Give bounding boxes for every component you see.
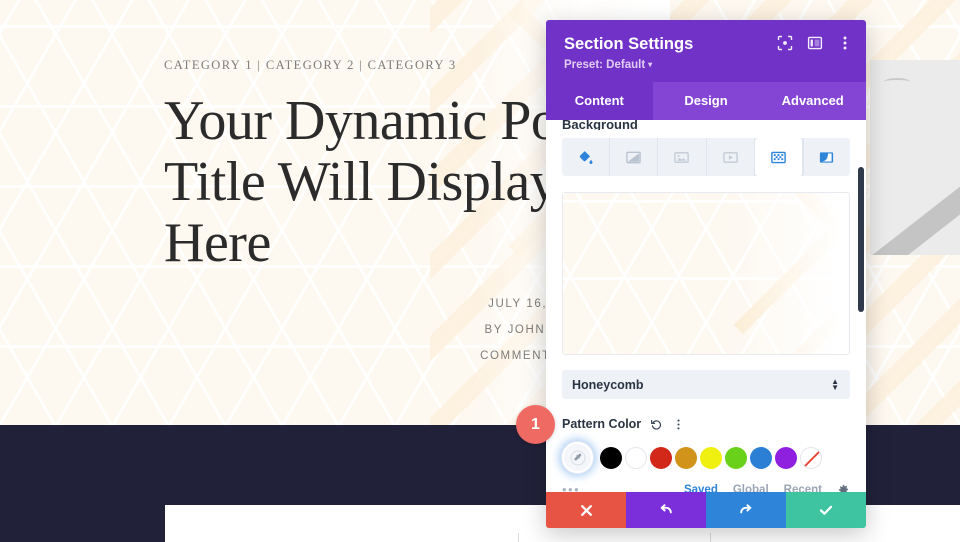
- swatch-blue[interactable]: [750, 447, 772, 469]
- background-video-icon: [722, 149, 739, 166]
- background-video-tab[interactable]: [707, 138, 755, 176]
- redo-icon: [738, 502, 754, 518]
- background-image-icon: [673, 149, 690, 166]
- panel-tab-bar: Content Design Advanced: [546, 82, 866, 120]
- swatch-white[interactable]: [625, 447, 647, 469]
- color-picker-swatch[interactable]: [562, 442, 593, 473]
- swatch-amber[interactable]: [675, 447, 697, 469]
- panel-header: Section Settings Preset: Default▾: [546, 20, 866, 82]
- pattern-preview[interactable]: [562, 192, 850, 355]
- palette-tab-saved[interactable]: Saved: [684, 484, 718, 492]
- palette-tab-group: Saved Global Recent: [684, 484, 850, 493]
- chevron-down-icon: ▾: [648, 60, 652, 69]
- background-color-tab[interactable]: [562, 138, 610, 176]
- card-divider: [710, 533, 711, 542]
- section-settings-panel: Section Settings Preset: Default▾: [546, 20, 866, 528]
- palette-footer: ••• Saved Global Recent: [562, 482, 850, 492]
- swatch-green[interactable]: [725, 447, 747, 469]
- checkmark-icon: [818, 502, 834, 518]
- pattern-style-value: Honeycomb: [572, 378, 644, 392]
- swatch-transparent[interactable]: [800, 447, 822, 469]
- panel-scrollbar[interactable]: [858, 167, 864, 312]
- background-mask-tab[interactable]: [803, 138, 850, 176]
- post-comments: COMMENTS: [164, 350, 560, 362]
- kebab-menu-icon[interactable]: [837, 35, 853, 51]
- close-icon: [579, 503, 594, 518]
- panel-preset-selector[interactable]: Preset: Default▾: [564, 59, 850, 71]
- select-stepper-icon: ▲▼: [831, 379, 839, 391]
- panel-header-actions: [777, 35, 853, 51]
- pattern-color-header: Pattern Color: [562, 417, 850, 431]
- kebab-menu-icon[interactable]: [672, 418, 685, 431]
- post-meta: JULY 16, 2 BY JOHN D COMMENTS: [164, 298, 560, 376]
- swatch-purple[interactable]: [775, 447, 797, 469]
- background-gradient-tab[interactable]: [610, 138, 658, 176]
- pattern-color-swatches: [562, 442, 850, 473]
- pattern-preview-fade: [729, 193, 849, 354]
- background-section-label: Background: [562, 120, 850, 130]
- eyedropper-icon: [570, 450, 586, 466]
- panel-body: Background: [546, 120, 866, 492]
- mountain-icon: [880, 211, 960, 217]
- tab-design[interactable]: Design: [653, 82, 760, 120]
- background-color-icon: [577, 149, 594, 166]
- post-author: BY JOHN D: [164, 324, 560, 336]
- background-mask-icon: [818, 149, 835, 166]
- palette-tab-global[interactable]: Global: [733, 484, 769, 492]
- background-pattern-icon: [770, 149, 787, 166]
- undo-button[interactable]: [626, 492, 706, 528]
- background-image-tab[interactable]: [658, 138, 706, 176]
- pattern-color-label: Pattern Color: [562, 417, 641, 431]
- cloud-icon: [884, 78, 910, 86]
- gear-icon[interactable]: [837, 484, 850, 493]
- save-button[interactable]: [786, 492, 866, 528]
- featured-image-placeholder: [870, 60, 960, 255]
- undo-icon: [658, 502, 674, 518]
- layout-panel-icon[interactable]: [807, 35, 823, 51]
- callout-badge-1: 1: [516, 405, 555, 444]
- post-date: JULY 16, 2: [164, 298, 560, 310]
- card-divider: [518, 533, 519, 542]
- swatch-black[interactable]: [600, 447, 622, 469]
- screenshot-root: CATEGORY 1 | CATEGORY 2 | CATEGORY 3 You…: [0, 0, 960, 542]
- swatch-red[interactable]: [650, 447, 672, 469]
- more-colors-button[interactable]: •••: [562, 485, 580, 492]
- reset-icon[interactable]: [650, 418, 663, 431]
- palette-tab-recent[interactable]: Recent: [784, 484, 822, 492]
- tab-content[interactable]: Content: [546, 82, 653, 120]
- pattern-style-select[interactable]: Honeycomb ▲▼: [562, 370, 850, 399]
- panel-footer-actions: [546, 492, 866, 528]
- focus-icon[interactable]: [777, 35, 793, 51]
- background-gradient-icon: [625, 149, 642, 166]
- background-pattern-tab[interactable]: [755, 138, 803, 176]
- panel-preset-label: Preset: Default: [564, 59, 645, 71]
- cancel-button[interactable]: [546, 492, 626, 528]
- redo-button[interactable]: [706, 492, 786, 528]
- swatch-yellow[interactable]: [700, 447, 722, 469]
- tab-advanced[interactable]: Advanced: [759, 82, 866, 120]
- background-type-tabs: [562, 138, 850, 176]
